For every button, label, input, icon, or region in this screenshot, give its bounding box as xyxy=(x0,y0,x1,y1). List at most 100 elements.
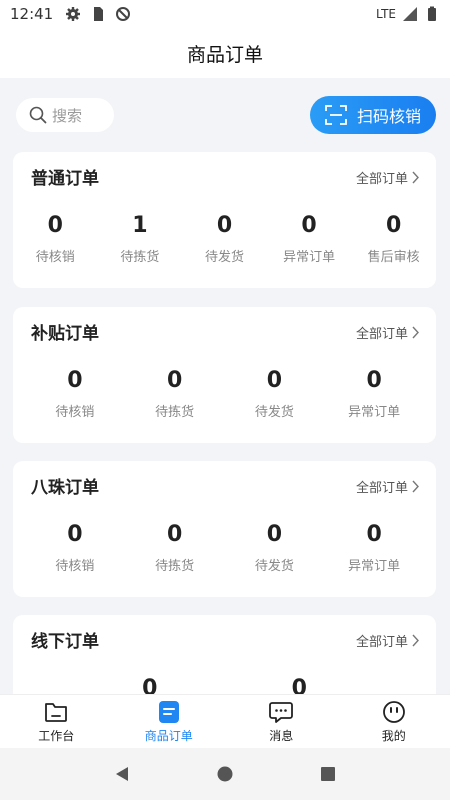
all-orders-label: 全部订单 xyxy=(355,635,408,650)
stat-pending-ship[interactable]: 0 待发货 xyxy=(225,365,325,420)
stat-value: 0 xyxy=(386,213,402,238)
stat-label: 售后审核 xyxy=(367,250,420,265)
search-row: 搜索 扫码核销 xyxy=(16,96,436,136)
chevron-right-icon xyxy=(412,171,419,184)
back-icon[interactable] xyxy=(113,765,131,783)
stat-value: 0 xyxy=(291,676,307,694)
card-subsidy-orders: 补贴订单 全部订单 0 待核销 0 待拣货 0 待发货 0 异常订单 xyxy=(13,307,436,443)
battery-icon xyxy=(428,6,436,21)
stat-pending-pick[interactable]: 0 待拣货 xyxy=(125,365,225,420)
stat-pending-verify[interactable]: 0 待核销 xyxy=(25,365,125,420)
recents-icon[interactable] xyxy=(319,765,337,783)
card-title: 八珠订单 xyxy=(31,478,99,498)
stat-item[interactable]: 0 xyxy=(225,673,375,694)
stat-pending-verify[interactable]: 0 待核销 xyxy=(13,210,98,265)
tab-label: 工作台 xyxy=(38,728,75,743)
stat-abnormal[interactable]: 0 异常订单 xyxy=(267,210,352,265)
tab-messages[interactable]: 消息 xyxy=(225,695,338,748)
stat-label: 待发货 xyxy=(254,559,294,574)
stat-value: 0 xyxy=(266,368,283,393)
stat-value: 0 xyxy=(216,213,233,238)
stat-label: 异常订单 xyxy=(283,250,336,265)
stat-abnormal[interactable]: 0 异常订单 xyxy=(324,519,424,574)
tab-label: 商品订单 xyxy=(144,728,193,743)
all-orders-link[interactable]: 全部订单 xyxy=(356,477,420,496)
search-icon xyxy=(29,106,47,124)
all-orders-link[interactable]: 全部订单 xyxy=(356,168,420,187)
stat-label: 待拣货 xyxy=(120,250,160,265)
folder-icon xyxy=(45,702,68,722)
tab-product-orders[interactable]: 商品订单 xyxy=(113,695,226,748)
content: 搜索 扫码核销 普通订单 全部订单 0 待核销 1 待拣货 0 待发货 0 异常订单 0… xyxy=(0,78,450,694)
status-time: 12:41 xyxy=(10,5,54,23)
scan-verify-button[interactable]: 扫码核销 xyxy=(310,96,436,134)
stat-label: 待核销 xyxy=(55,559,95,574)
search-input[interactable]: 搜索 xyxy=(16,98,114,132)
home-icon[interactable] xyxy=(216,765,234,783)
scan-label: 扫码核销 xyxy=(356,107,421,126)
stat-label: 待发货 xyxy=(254,405,294,420)
stat-value: 0 xyxy=(301,213,317,238)
stat-label: 待核销 xyxy=(35,250,75,265)
stat-value: 0 xyxy=(142,676,158,694)
all-orders-label: 全部订单 xyxy=(355,327,408,342)
stat-label: 异常订单 xyxy=(348,559,401,574)
stat-value: 1 xyxy=(132,213,148,238)
stats-row: 0 待核销 0 待拣货 0 待发货 0 异常订单 xyxy=(13,519,436,574)
stat-value: 0 xyxy=(67,522,83,547)
stat-label: 待核销 xyxy=(55,405,95,420)
app-header: 商品订单 xyxy=(0,28,450,78)
data-saver-icon xyxy=(116,7,131,21)
card-title: 普通订单 xyxy=(31,169,99,189)
stat-pending-verify[interactable]: 0 待核销 xyxy=(25,519,125,574)
message-icon xyxy=(269,701,294,723)
order-doc-icon xyxy=(158,700,179,723)
all-orders-link[interactable]: 全部订单 xyxy=(356,323,420,342)
tab-mine[interactable]: 我的 xyxy=(338,695,450,748)
tab-label: 我的 xyxy=(381,728,406,743)
stat-aftersale-review[interactable]: 0 售后审核 xyxy=(351,210,436,265)
network-type: LTE xyxy=(376,7,396,21)
card-title: 线下订单 xyxy=(31,632,99,652)
card-offline-orders: 线下订单 全部订单 0 0 xyxy=(13,615,436,694)
stats-row: 0 待核销 0 待拣货 0 待发货 0 异常订单 xyxy=(13,365,436,420)
search-placeholder: 搜索 xyxy=(52,106,83,125)
chevron-right-icon xyxy=(412,326,419,339)
stat-label: 异常订单 xyxy=(348,405,401,420)
status-bar: 12:41 LTE xyxy=(0,0,450,28)
stat-label: 待拣货 xyxy=(155,559,195,574)
stat-label: 待拣货 xyxy=(155,405,195,420)
scan-icon xyxy=(325,105,347,125)
all-orders-label: 全部订单 xyxy=(355,172,408,187)
page-title: 商品订单 xyxy=(186,43,263,66)
all-orders-label: 全部订单 xyxy=(355,481,408,496)
card-title: 补贴订单 xyxy=(31,324,99,344)
stat-item[interactable]: 0 xyxy=(75,673,225,694)
stat-value: 0 xyxy=(47,213,63,238)
stat-value: 0 xyxy=(166,522,183,547)
stat-value: 0 xyxy=(266,522,283,547)
gear-icon xyxy=(66,7,81,21)
tab-workbench[interactable]: 工作台 xyxy=(0,695,113,748)
stat-pending-pick[interactable]: 1 待拣货 xyxy=(98,210,183,265)
card-bazhu-orders: 八珠订单 全部订单 0 待核销 0 待拣货 0 待发货 0 异常订单 xyxy=(13,461,436,597)
sd-card-icon xyxy=(94,7,104,21)
bottom-tab-bar: 工作台 商品订单 消息 我的 xyxy=(0,694,450,748)
stat-abnormal[interactable]: 0 异常订单 xyxy=(324,365,424,420)
stat-pending-ship[interactable]: 0 待发货 xyxy=(182,210,267,265)
stat-value: 0 xyxy=(366,368,382,393)
stat-pending-ship[interactable]: 0 待发货 xyxy=(225,519,325,574)
signal-icon xyxy=(403,7,417,21)
chevron-right-icon xyxy=(412,634,419,647)
stat-pending-pick[interactable]: 0 待拣货 xyxy=(125,519,225,574)
stat-value: 0 xyxy=(366,522,382,547)
all-orders-link[interactable]: 全部订单 xyxy=(356,631,420,650)
stats-row: 0 0 xyxy=(13,673,436,694)
stat-label: 待发货 xyxy=(204,250,244,265)
stat-value: 0 xyxy=(166,368,183,393)
smiley-icon xyxy=(382,700,405,723)
stats-row: 0 待核销 1 待拣货 0 待发货 0 异常订单 0 售后审核 xyxy=(13,210,436,265)
stat-value: 0 xyxy=(67,368,83,393)
chevron-right-icon xyxy=(412,480,419,493)
card-normal-orders: 普通订单 全部订单 0 待核销 1 待拣货 0 待发货 0 异常订单 0 售后审核 xyxy=(13,152,436,288)
